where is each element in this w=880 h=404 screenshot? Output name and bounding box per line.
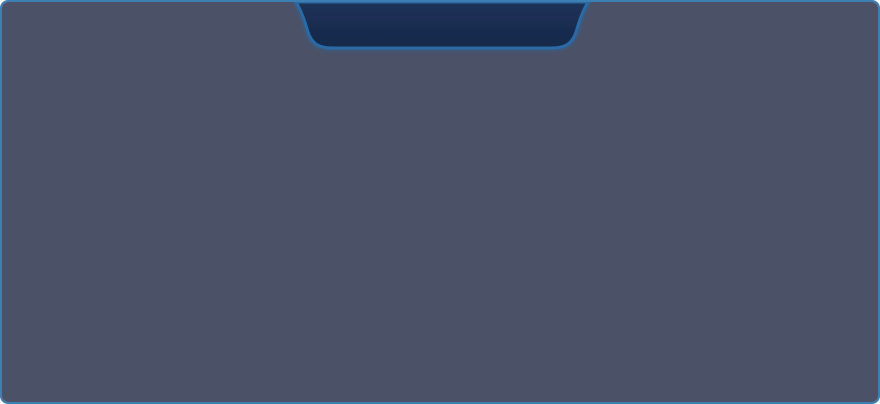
panel-background <box>2 2 878 402</box>
panel-body <box>2 2 878 402</box>
hud-panel <box>0 0 880 404</box>
panel-title <box>302 10 582 42</box>
